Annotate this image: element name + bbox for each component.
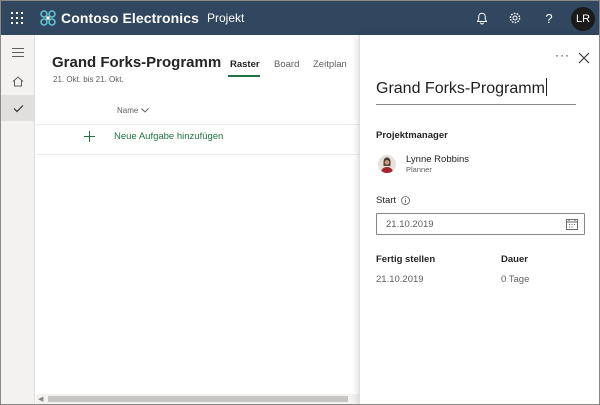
brand-name: Contoso Electronics [61,10,200,26]
close-icon[interactable] [578,52,590,64]
plan-title: Grand Forks-Programm [52,54,222,71]
start-label: Start [376,195,397,206]
help-icon[interactable]: ? [540,9,558,27]
start-date-input[interactable]: 21.10.2019 [376,213,585,235]
plan-title-input-value: Grand Forks-Programm [376,80,545,97]
divider [36,124,359,125]
plan-dates: 21. Okt. bis 21. Okt. [53,75,124,84]
info-icon[interactable] [401,196,410,205]
checkmark-icon[interactable] [1,95,35,121]
duration-value[interactable]: 0 Tage [501,274,529,285]
home-icon[interactable] [1,68,35,94]
text-cursor [545,78,547,96]
details-panel: ··· Grand Forks-Programm Projektmanager … [359,35,599,404]
finish-label: Fertig stellen [376,254,436,265]
user-initials: LR [575,13,591,25]
contoso-logo-icon [40,10,56,26]
brand[interactable]: Contoso Electronics [40,9,199,27]
left-rail [1,35,35,404]
divider [36,154,359,155]
column-header-name[interactable]: Name [117,106,150,115]
gear-icon[interactable] [506,9,524,27]
finish-date-value[interactable]: 21.10.2019 [376,274,424,285]
main-content: Grand Forks-Programm 21. Okt. bis 21. Ok… [36,35,359,404]
hamburger-icon[interactable] [1,39,35,65]
more-options-icon[interactable]: ··· [555,48,570,62]
waffle-icon[interactable] [10,11,24,25]
plus-icon [84,131,95,142]
plan-title-input[interactable]: Grand Forks-Programm [376,78,576,105]
app-window: Contoso Electronics Projekt ? LR Grand F… [0,0,600,405]
calendar-icon[interactable] [566,218,578,230]
project-manager[interactable]: Lynne Robbins Planner [378,154,469,175]
start-label-row: Start [376,195,410,206]
add-task-label: Neue Aufgabe hinzufügen [114,131,224,142]
start-date-value: 21.10.2019 [386,219,434,230]
duration-label: Dauer [501,254,528,265]
active-tab-indicator [228,75,260,77]
column-header-label: Name [117,106,139,115]
top-bar: Contoso Electronics Projekt ? LR [1,1,599,35]
tab-zeitplan[interactable]: Zeitplan [313,59,347,70]
tab-board[interactable]: Board [274,59,299,70]
add-task-button[interactable]: Neue Aufgabe hinzufügen [84,131,223,142]
chevron-down-icon [141,108,150,113]
app-name: Projekt [207,11,245,25]
horizontal-scrollbar[interactable]: ◀ [36,394,359,404]
manager-name: Lynne Robbins [406,154,470,165]
user-avatar[interactable]: LR [571,7,595,31]
scroll-left-icon[interactable]: ◀ [38,395,43,403]
tab-raster[interactable]: Raster [230,59,260,70]
manager-role: Planner [406,165,432,174]
project-manager-label: Projektmanager [376,130,448,141]
scrollbar-thumb[interactable] [48,396,348,402]
bell-icon[interactable] [473,9,491,27]
manager-avatar [378,155,396,173]
